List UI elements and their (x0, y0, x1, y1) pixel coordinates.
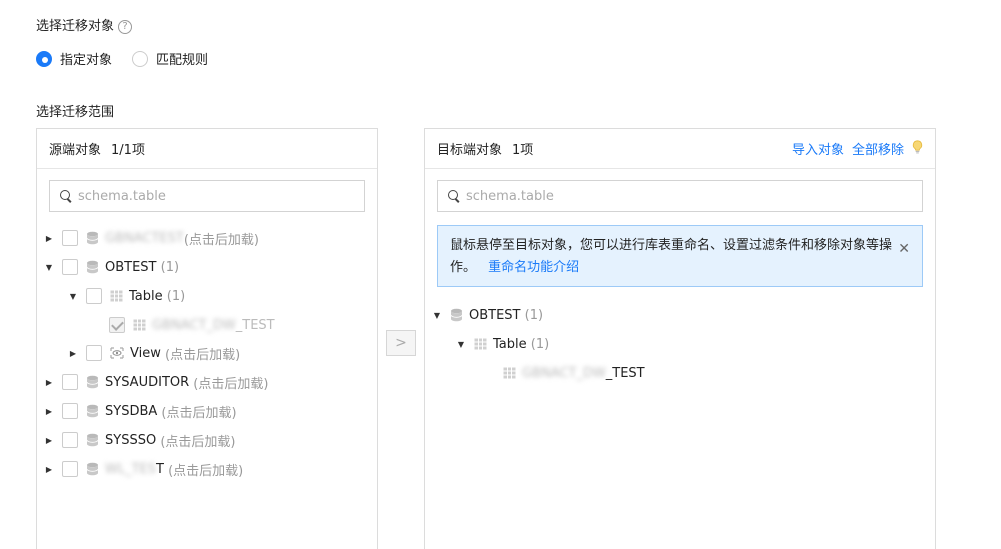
tree-node-label: View (130, 345, 161, 361)
target-tree-node-table[interactable]: GBNACT_DW _TEST (495, 363, 645, 383)
tree-node-view-group[interactable]: ▶ View (点击后加载) (68, 343, 240, 363)
caret-right-icon[interactable]: ▶ (44, 436, 54, 445)
tree-node-schema[interactable]: ▼ OBTEST (1) (44, 257, 179, 277)
tree-node-suffix: (1) (530, 336, 550, 352)
tree-node-suffix: (1) (524, 307, 544, 323)
tree-node-schema[interactable]: ▶ GBNACTEST (点击后加载) (44, 228, 259, 248)
tree-node-label: Table (493, 336, 527, 352)
target-search-box[interactable] (437, 180, 923, 212)
tree-node-label: GBNACTEST (105, 230, 184, 246)
table-icon (133, 319, 146, 331)
tree-node-label: T (156, 461, 164, 477)
tree-checkbox[interactable] (86, 288, 102, 304)
tree-node-label-blurred: GBNACT_DW (152, 317, 236, 333)
remove-all-link[interactable]: 全部移除 (852, 139, 904, 158)
tree-checkbox[interactable] (62, 403, 78, 419)
database-icon (86, 404, 99, 418)
target-count: 1项 (512, 143, 534, 158)
table-icon (110, 290, 123, 302)
help-icon[interactable]: ? (118, 19, 133, 34)
section-title-scope: 选择迁移范围 (36, 105, 115, 120)
import-objects-link[interactable]: 导入对象 (792, 139, 844, 158)
tree-node-schema[interactable]: ▶ SYSAUDITOR (点击后加载) (44, 372, 268, 392)
tree-node-label: Table (129, 288, 163, 304)
source-search-input[interactable] (78, 188, 338, 204)
caret-right-icon[interactable]: ▶ (44, 378, 54, 387)
transfer-right-button[interactable]: > (386, 330, 416, 356)
tree-node-schema[interactable]: ▶ SYSDBA (点击后加载) (44, 401, 237, 421)
tree-checkbox[interactable] (62, 374, 78, 390)
radio-match-rule[interactable]: 匹配规则 (132, 49, 208, 68)
tree-node-label: _TEST (235, 317, 275, 333)
source-search-box[interactable] (49, 180, 365, 212)
database-icon (86, 433, 99, 447)
database-icon (86, 260, 99, 274)
radio-specify-object[interactable]: 指定对象 (36, 49, 112, 68)
tree-node-suffix: (点击后加载) (168, 463, 244, 479)
source-count: 1/1项 (111, 143, 145, 158)
table-icon (503, 367, 516, 379)
radio-checked-icon[interactable] (36, 50, 52, 67)
caret-right-icon[interactable]: ▶ (44, 465, 54, 474)
chevron-right-icon: > (395, 335, 407, 351)
info-notice: 鼠标悬停至目标对象，您可以进行库表重命名、设置过滤条件和移除对象等操作。 重命名… (437, 225, 923, 287)
tree-node-suffix: (点击后加载) (183, 232, 259, 248)
tree-node-schema[interactable]: ▶ WL_TES T (点击后加载) (44, 459, 243, 479)
tree-node-table-group[interactable]: ▼ Table (1) (68, 286, 185, 306)
tree-node-label-blurred: GBNACT_DW (522, 365, 606, 381)
target-tree-node-table-group[interactable]: ▼ Table (1) (456, 334, 549, 354)
section-title-object: 选择迁移对象? (36, 15, 133, 34)
tree-node-schema[interactable]: ▶ SYSSSO (点击后加载) (44, 430, 235, 450)
database-icon (86, 231, 99, 245)
tree-node-label: SYSSSO (105, 432, 157, 448)
tree-node-suffix: (点击后加载) (161, 405, 237, 421)
tree-node-suffix: (点击后加载) (160, 434, 236, 450)
caret-right-icon[interactable]: ▶ (44, 407, 54, 416)
tree-node-table[interactable]: GBNACT_DW _TEST (101, 315, 275, 335)
lightbulb-icon[interactable] (912, 139, 923, 158)
tree-node-label-blurred: WL_TES (105, 461, 157, 477)
tree-node-label: _TEST (605, 365, 645, 381)
database-icon (86, 462, 99, 476)
tree-node-suffix: (1) (166, 288, 186, 304)
tree-node-suffix: (1) (160, 259, 180, 275)
source-panel-header: 源端对象 1/1项 (37, 129, 377, 169)
tree-node-label: SYSAUDITOR (105, 374, 190, 390)
radio-unchecked-icon[interactable] (132, 50, 148, 67)
tree-node-suffix: (点击后加载) (165, 347, 241, 363)
caret-down-icon[interactable]: ▼ (44, 263, 54, 272)
table-icon (474, 338, 487, 350)
search-icon (448, 190, 460, 202)
tree-node-suffix: (点击后加载) (193, 376, 269, 392)
caret-down-icon[interactable]: ▼ (456, 340, 466, 349)
tree-node-label: OBTEST (469, 307, 521, 323)
close-icon[interactable]: ✕ (898, 238, 910, 260)
caret-down-icon[interactable]: ▼ (432, 311, 442, 320)
database-icon (450, 308, 463, 322)
rename-intro-link[interactable]: 重命名功能介绍 (488, 260, 579, 275)
tree-node-label: SYSDBA (105, 403, 158, 419)
tree-node-label: OBTEST (105, 259, 157, 275)
source-panel-title: 源端对象 (49, 143, 102, 158)
caret-down-icon[interactable]: ▼ (68, 292, 78, 301)
caret-right-icon[interactable]: ▶ (68, 349, 78, 358)
tree-checkbox[interactable] (62, 259, 78, 275)
tree-checkbox[interactable] (86, 345, 102, 361)
target-panel-header: 目标端对象 1项 导入对象 全部移除 (425, 129, 935, 169)
tree-checkbox-checked-disabled (109, 317, 125, 333)
tree-checkbox[interactable] (62, 432, 78, 448)
caret-right-icon[interactable]: ▶ (44, 234, 54, 243)
target-search-input[interactable] (466, 188, 726, 204)
database-icon (86, 375, 99, 389)
tree-checkbox[interactable] (62, 230, 78, 246)
target-tree-node-schema[interactable]: ▼ OBTEST (1) (432, 305, 543, 325)
search-icon (60, 190, 72, 202)
view-icon (110, 347, 124, 359)
target-panel-title: 目标端对象 (437, 143, 503, 158)
tree-checkbox[interactable] (62, 461, 78, 477)
